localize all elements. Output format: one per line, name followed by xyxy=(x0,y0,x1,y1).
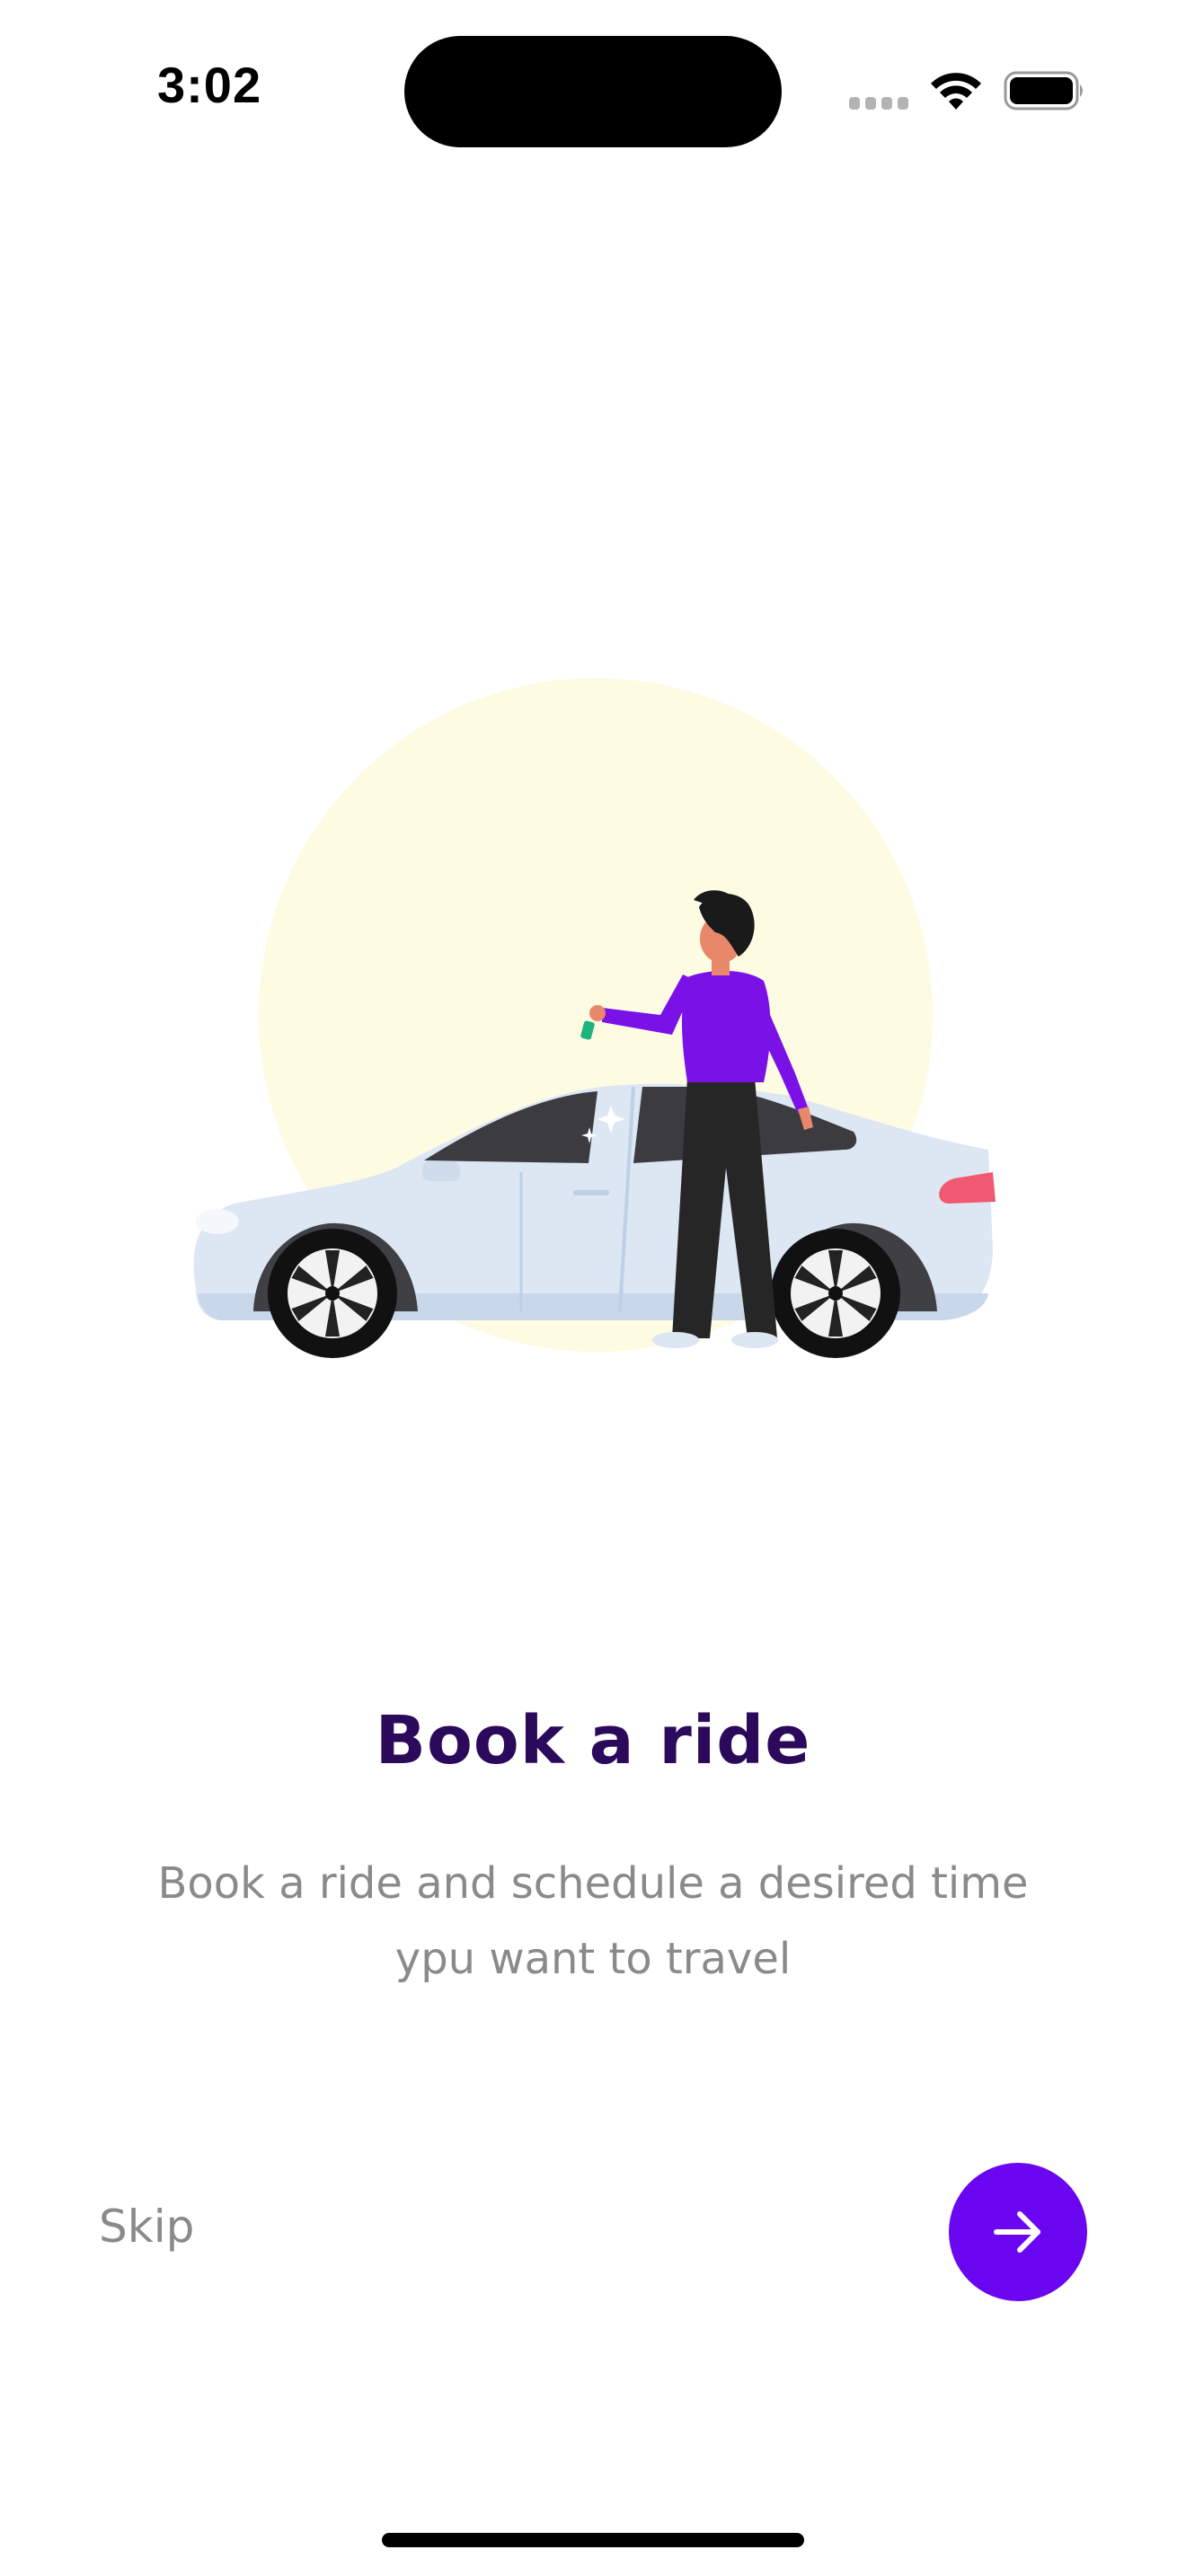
next-button[interactable] xyxy=(949,2163,1087,2301)
dynamic-island xyxy=(404,36,782,147)
status-bar: 3:02 xyxy=(0,0,1186,180)
description-line-2: ypu want to travel xyxy=(394,1934,792,1984)
arrow-right-icon xyxy=(994,2211,1040,2253)
person-with-car-illustration xyxy=(193,678,996,1358)
skip-button[interactable]: Skip xyxy=(99,2201,194,2253)
description-line-1: Book a ride and schedule a desired time xyxy=(157,1858,1029,1909)
onboarding-title: Book a ride xyxy=(375,1702,811,1779)
home-indicator[interactable] xyxy=(382,2533,804,2547)
wifi-icon xyxy=(931,73,981,110)
signal-icon xyxy=(849,97,910,110)
battery-icon xyxy=(1004,71,1083,110)
status-time: 3:02 xyxy=(157,57,262,113)
onboarding-description: Book a ride and schedule a desired time … xyxy=(108,1846,1078,1997)
